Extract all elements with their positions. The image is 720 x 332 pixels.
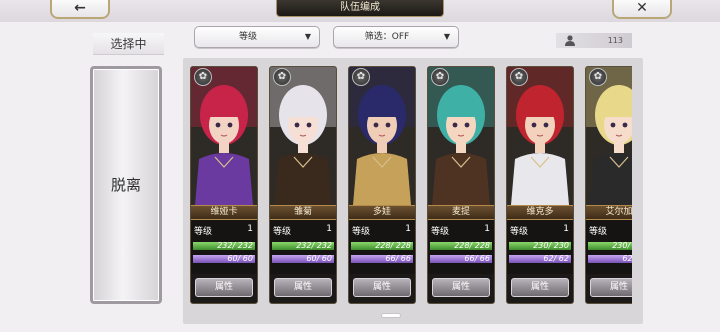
level-value: 1 bbox=[247, 224, 253, 234]
character-name: 麦提 bbox=[428, 205, 494, 220]
mp-bar: 66/ 66 bbox=[430, 255, 492, 263]
character-name: 雏菊 bbox=[270, 205, 336, 220]
character-name: 多娃 bbox=[349, 205, 415, 220]
character-portrait bbox=[586, 67, 632, 205]
arrow-left-icon: ← bbox=[74, 0, 86, 16]
sort-value: 等级 bbox=[238, 32, 257, 42]
level-label: 等级 bbox=[589, 227, 608, 237]
attribute-button[interactable]: 属性 bbox=[432, 278, 490, 297]
character-stats: 等级 1 232/ 232 60/ 60 bbox=[191, 220, 257, 274]
element-icon: ✿ bbox=[273, 68, 291, 86]
hp-bar: 230/ 230 bbox=[509, 242, 571, 250]
character-card[interactable]: ✿ 维娅卡 等级 1 232/ 232 60/ 60 属性 bbox=[190, 66, 258, 304]
character-portrait bbox=[191, 67, 257, 205]
character-stats: 等级 1 230/ 230 62/ 62 bbox=[586, 220, 632, 274]
level-label: 等级 bbox=[431, 227, 450, 237]
person-icon bbox=[565, 35, 575, 46]
sort-dropdown[interactable]: 等级 ▼ bbox=[194, 26, 320, 48]
mp-bar: 62/ 62 bbox=[588, 255, 632, 263]
mp-bar: 60/ 60 bbox=[193, 255, 255, 263]
level-label: 等级 bbox=[510, 227, 529, 237]
portrait-art bbox=[507, 67, 573, 205]
character-card[interactable]: ✿ 雏菊 等级 1 232/ 232 60/ 60 属性 bbox=[269, 66, 337, 304]
hp-bar: 232/ 232 bbox=[193, 242, 255, 250]
dropdown-arrow-icon: ▼ bbox=[443, 32, 450, 41]
character-card[interactable]: ✿ 艾尔加 等级 1 230/ 230 62/ 62 属性 bbox=[585, 66, 632, 304]
level-label: 等级 bbox=[194, 227, 213, 237]
character-card[interactable]: ✿ 维克多 等级 1 230/ 230 62/ 62 属性 bbox=[506, 66, 574, 304]
attribute-button[interactable]: 属性 bbox=[590, 278, 632, 297]
portrait-art bbox=[428, 67, 494, 205]
close-button[interactable]: ✕ bbox=[612, 0, 672, 19]
portrait-art bbox=[586, 67, 632, 205]
portrait-art bbox=[349, 67, 415, 205]
element-icon: ✿ bbox=[352, 68, 370, 86]
portrait-art bbox=[270, 67, 336, 205]
attribute-button[interactable]: 属性 bbox=[274, 278, 332, 297]
mp-bar: 66/ 66 bbox=[351, 255, 413, 263]
filter-value: 筛选：OFF bbox=[364, 32, 410, 42]
character-name: 维娅卡 bbox=[191, 205, 257, 220]
portrait-art bbox=[191, 67, 257, 205]
level-label: 等级 bbox=[352, 227, 371, 237]
level-value: 1 bbox=[484, 224, 490, 234]
level-value: 1 bbox=[326, 224, 332, 234]
dropdown-arrow-icon: ▼ bbox=[304, 32, 311, 41]
level-value: 1 bbox=[563, 224, 569, 234]
filter-dropdown[interactable]: 筛选：OFF ▼ bbox=[333, 26, 459, 48]
character-stats: 等级 1 232/ 232 60/ 60 bbox=[270, 220, 336, 274]
level-label: 等级 bbox=[273, 227, 292, 237]
close-x-icon: ✕ bbox=[636, 0, 648, 16]
hp-bar: 232/ 232 bbox=[272, 242, 334, 250]
leave-button[interactable]: 脱离 bbox=[90, 66, 162, 304]
hp-bar: 228/ 228 bbox=[430, 242, 492, 250]
character-portrait bbox=[349, 67, 415, 205]
attribute-button[interactable]: 属性 bbox=[511, 278, 569, 297]
owned-count-box: 113 bbox=[556, 33, 632, 48]
character-card[interactable]: ✿ 多娃 等级 1 228/ 228 66/ 66 属性 bbox=[348, 66, 416, 304]
page-title: 队伍编成 bbox=[276, 0, 444, 17]
character-card[interactable]: ✿ 麦提 等级 1 228/ 228 66/ 66 属性 bbox=[427, 66, 495, 304]
level-value: 1 bbox=[405, 224, 411, 234]
character-stats: 等级 1 230/ 230 62/ 62 bbox=[507, 220, 573, 274]
character-stats: 等级 1 228/ 228 66/ 66 bbox=[428, 220, 494, 274]
owned-count: 113 bbox=[607, 36, 623, 45]
back-button[interactable]: ← bbox=[50, 0, 110, 19]
character-name: 维克多 bbox=[507, 205, 573, 220]
character-name: 艾尔加 bbox=[586, 205, 632, 220]
scroll-indicator[interactable] bbox=[381, 313, 401, 318]
character-stats: 等级 1 228/ 228 66/ 66 bbox=[349, 220, 415, 274]
selecting-label: 选择中 bbox=[93, 33, 164, 55]
character-portrait bbox=[428, 67, 494, 205]
mp-bar: 62/ 62 bbox=[509, 255, 571, 263]
element-icon: ✿ bbox=[194, 68, 212, 86]
character-portrait bbox=[507, 67, 573, 205]
character-portrait bbox=[270, 67, 336, 205]
attribute-button[interactable]: 属性 bbox=[195, 278, 253, 297]
element-icon: ✿ bbox=[589, 68, 607, 86]
hp-bar: 228/ 228 bbox=[351, 242, 413, 250]
card-strip[interactable]: ✿ 维娅卡 等级 1 232/ 232 60/ 60 属性 ✿ 雏菊 等级 1 … bbox=[190, 66, 632, 306]
hp-bar: 230/ 230 bbox=[588, 242, 632, 250]
mp-bar: 60/ 60 bbox=[272, 255, 334, 263]
element-icon: ✿ bbox=[431, 68, 449, 86]
attribute-button[interactable]: 属性 bbox=[353, 278, 411, 297]
element-icon: ✿ bbox=[510, 68, 528, 86]
